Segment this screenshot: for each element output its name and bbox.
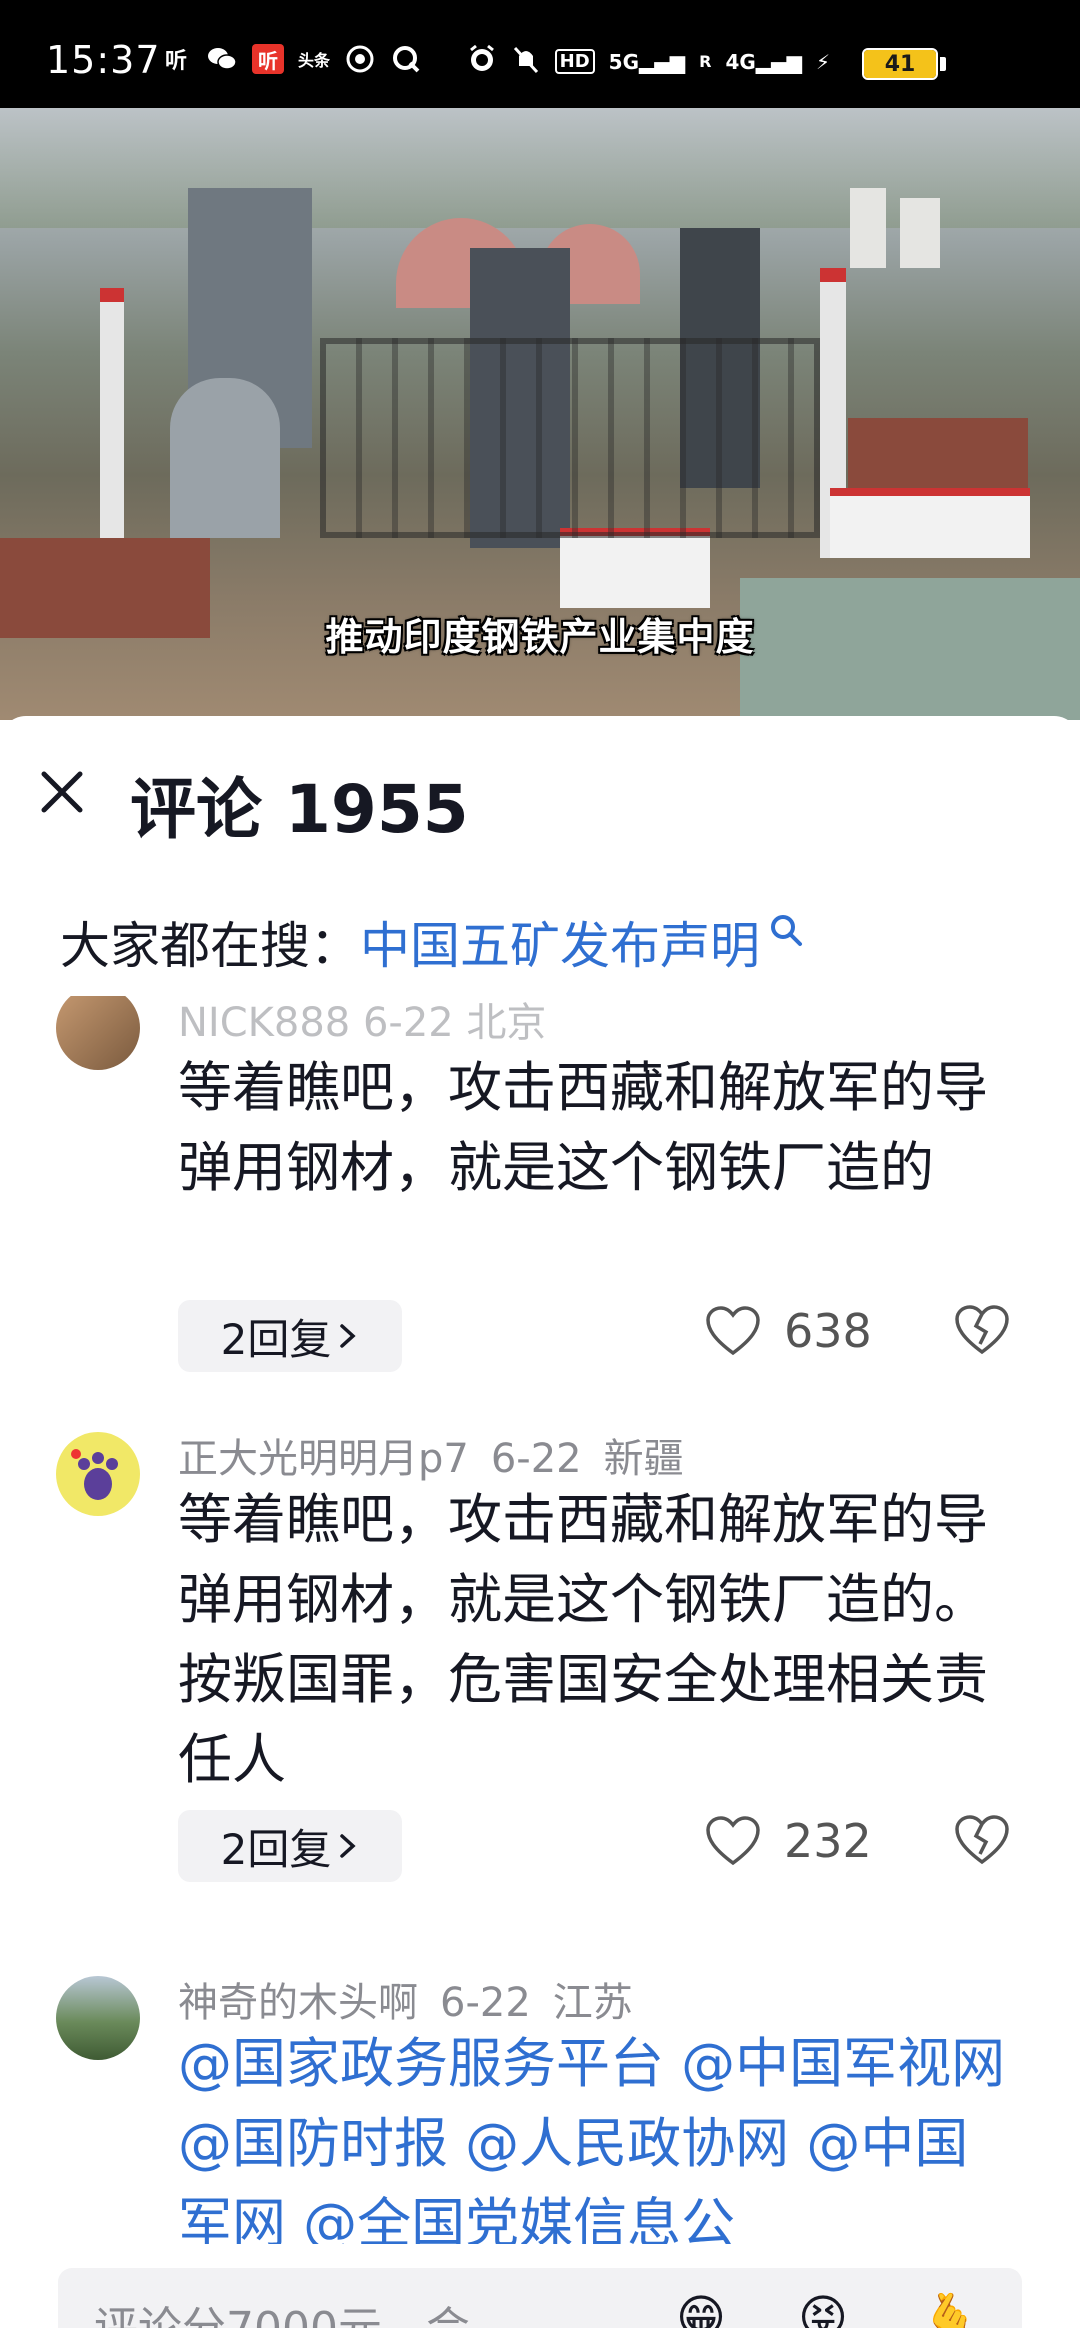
comment-input-placeholder[interactable]: 评论分7000元，会... (94, 2292, 512, 2328)
4g-signal-icon: 4G▂▄▆ (725, 50, 801, 74)
comment-text[interactable]: 等着瞧吧，攻击西藏和解放军的导弹用钢材，就是这个钢铁厂造的。按叛国罪，危害国安全… (178, 1480, 1018, 1800)
comment-text[interactable]: 等着瞧吧，攻击西藏和解放军的导弹用钢材，就是这个钢铁厂造的 (178, 1048, 1018, 1208)
close-icon[interactable] (36, 766, 88, 818)
like-count: 232 (784, 1814, 872, 1868)
toutiao-icon: 头条 (298, 44, 330, 74)
heart-icon (704, 1815, 762, 1867)
camera-app-icon (344, 44, 376, 74)
alarm-icon (467, 44, 497, 79)
comment-username[interactable]: 正大光明明月p7 (178, 1436, 469, 1482)
trending-search-prefix: 大家都在搜： (60, 906, 360, 978)
finger-heart-emoji-button[interactable]: 🫰 (920, 2290, 980, 2328)
like-button[interactable]: 638 (704, 1304, 872, 1358)
heart-icon (704, 1305, 762, 1357)
reply-count: 2回复 (221, 1306, 332, 1367)
reply-count-button[interactable]: 2回复 (178, 1300, 402, 1372)
broken-heart-icon[interactable] (952, 1302, 1012, 1358)
comment-username[interactable]: 神奇的木头啊 (178, 1980, 418, 2026)
broken-heart-icon[interactable] (952, 1812, 1012, 1868)
video-player[interactable]: 推动印度钢铁产业集中度 (0, 108, 1080, 720)
cooling-tower (850, 188, 886, 268)
battery-indicator: 41 (862, 48, 938, 80)
grin-emoji-button[interactable]: 😁 (676, 2290, 726, 2328)
cooling-tower-2 (900, 198, 940, 268)
avatar[interactable] (56, 1432, 140, 1516)
like-button[interactable]: 232 (704, 1814, 872, 1868)
avatar[interactable] (56, 996, 140, 1070)
reply-count-button[interactable]: 2回复 (178, 1810, 402, 1882)
wechat-icon (206, 44, 238, 74)
steel-frame (320, 338, 820, 538)
battery-level: 41 (864, 50, 936, 78)
comment-meta: NICK888 6-22 北京 (178, 996, 546, 1048)
notification-icons: 听 听 头条 (160, 44, 422, 74)
tank-group (170, 378, 280, 538)
paw-avatar-icon (56, 1432, 140, 1516)
like-count: 638 (784, 1304, 872, 1358)
comment-location: 江苏 (553, 1980, 633, 2026)
chimney (100, 288, 124, 578)
comment-list[interactable]: NICK888 6-22 北京 等着瞧吧，攻击西藏和解放军的导弹用钢材，就是这个… (0, 996, 1080, 2244)
comment-meta: 神奇的木头啊 6-22 江苏 (178, 1970, 655, 2028)
comment-input-bar[interactable]: 评论分7000元，会... 😁 😝 🫰 (58, 2268, 1022, 2328)
comment-date: 6-22 (491, 1436, 582, 1482)
battery-tip (940, 57, 946, 71)
search-icon[interactable] (768, 912, 804, 948)
comment-meta: 正大光明明月p7 6-22 新疆 (178, 1426, 706, 1484)
status-bar: 15:37 听 听 头条 HD 5G▂▄▆ R 4G▂▄▆ ⚡ 41 (0, 0, 1080, 108)
comment-location: 新疆 (604, 1436, 684, 1482)
comment-date: 6-22 (440, 1980, 531, 2026)
chevron-right-icon (337, 1831, 359, 1861)
5g-signal-icon: 5G▂▄▆ (609, 50, 685, 74)
red-building-2 (848, 418, 1028, 488)
white-building (560, 528, 710, 608)
chevron-right-icon (337, 1321, 359, 1351)
roaming-icon: R (699, 52, 711, 71)
status-time: 15:37 (46, 38, 161, 82)
quark-icon (390, 44, 422, 74)
trending-search-link[interactable]: 中国五矿发布声明 (360, 906, 760, 978)
ting-app-icon: 听 (160, 44, 192, 74)
white-building-2 (830, 488, 1030, 558)
reply-count: 2回复 (221, 1816, 332, 1877)
comment-sheet: 评论 1955 大家都在搜： 中国五矿发布声明 NICK888 6-22 北京 … (0, 716, 1080, 2328)
tongue-emoji-button[interactable]: 😝 (798, 2290, 848, 2328)
avatar[interactable] (56, 1976, 140, 2060)
hd-icon: HD (555, 49, 595, 74)
comment-count-title: 评论 1955 (130, 756, 469, 852)
system-status-icons: HD 5G▂▄▆ R 4G▂▄▆ ⚡ (467, 44, 830, 79)
charging-icon: ⚡ (816, 50, 830, 74)
ting-red-icon: 听 (252, 44, 284, 74)
trending-search[interactable]: 大家都在搜： 中国五矿发布声明 (60, 906, 804, 978)
video-subtitle: 推动印度钢铁产业集中度 (0, 606, 1080, 661)
comment-mentions[interactable]: @国家政务服务平台 @中国军视网 @国防时报 @人民政协网 @中国军网 @全国党… (178, 2024, 1018, 2244)
mute-icon (511, 44, 541, 79)
